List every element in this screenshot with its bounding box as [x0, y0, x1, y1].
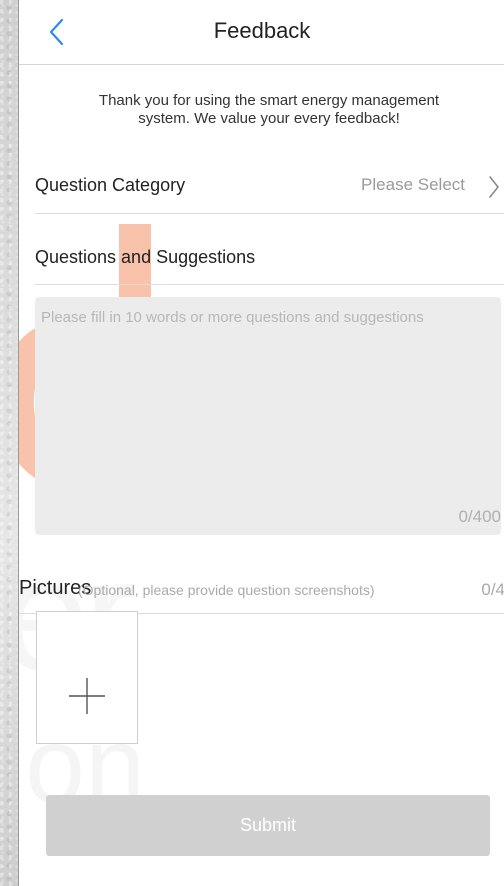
- pictures-header: Pictures (Optional, please provide quest…: [19, 565, 504, 614]
- question-category-selector[interactable]: Question Category Please Select: [35, 158, 504, 214]
- intro-message: Thank you for using the smart energy man…: [59, 92, 479, 128]
- submit-button[interactable]: Submit: [46, 795, 490, 856]
- app-screen: er ion Feedback Thank you for using the …: [18, 0, 504, 886]
- add-picture-button[interactable]: [36, 611, 138, 744]
- navigation-bar: Feedback: [19, 0, 504, 65]
- question-category-label: Question Category: [35, 175, 186, 195]
- pictures-hint: (Optional, please provide question scree…: [78, 582, 375, 598]
- suggestions-header: Questions and Suggestions: [35, 230, 504, 285]
- intro-line-2: system. We value your every feedback!: [138, 110, 400, 127]
- plus-icon: [69, 678, 105, 714]
- question-category-value: Please Select: [361, 175, 465, 194]
- suggestions-input-container: 0/400: [35, 297, 501, 535]
- chevron-right-icon: [489, 176, 499, 198]
- suggestions-label: Questions and Suggestions: [35, 247, 256, 267]
- character-counter: 0/400: [458, 507, 501, 526]
- intro-line-1: Thank you for using the smart energy man…: [98, 92, 440, 109]
- page-title: Feedback: [213, 18, 311, 43]
- suggestions-textarea[interactable]: [39, 307, 493, 501]
- pictures-count: 0/4: [481, 580, 504, 599]
